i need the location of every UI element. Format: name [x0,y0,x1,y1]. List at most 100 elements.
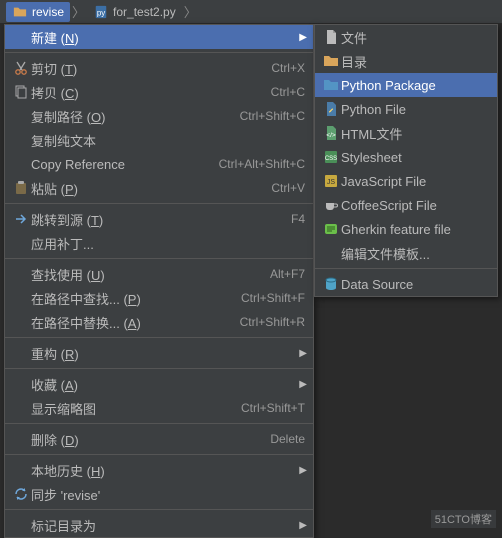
paste-icon [11,180,31,196]
menu-separator [5,423,313,424]
context-menu-item[interactable]: 删除 (D)Delete [5,427,313,451]
css-icon: CSS [321,149,341,165]
new-submenu: 文件目录 Python Package Python File </> HTML文件 CS… [314,24,498,297]
context-menu-item[interactable]: 本地历史 (H)▶ [5,458,313,482]
menu-item-label: HTML文件 [341,124,489,143]
context-menu-item[interactable]: 同步 'revise' [5,482,313,506]
context-menu-item[interactable]: 粘贴 (P)Ctrl+V [5,176,313,200]
new-submenu-item[interactable]: CSSStylesheet [315,145,497,169]
context-menu-item[interactable]: 收藏 (A)▶ [5,372,313,396]
pkg-icon [321,77,341,93]
context-menu-item[interactable]: 剪切 (T)Ctrl+X [5,56,313,80]
menu-item-label: 跳转到源 (T) [31,210,291,229]
new-submenu-item[interactable]: 文件 [315,25,497,49]
menu-shortcut: Delete [270,432,305,446]
new-submenu-item[interactable]: </> HTML文件 [315,121,497,145]
menu-item-label: 新建 (N) [31,28,305,47]
menu-item-label: Gherkin feature file [341,222,489,237]
menu-item-label: Python Package [341,78,489,93]
folder-icon [12,4,28,20]
menu-item-label: JavaScript File [341,174,489,189]
menu-shortcut: Ctrl+Shift+C [240,109,305,123]
menu-item-label: Copy Reference [31,157,219,172]
menu-item-label: 剪切 (T) [31,59,271,78]
chevron-right-icon: 〉 [70,2,87,21]
menu-separator [5,509,313,510]
breadcrumb: revise 〉 py for_test2.py 〉 [0,0,502,24]
svg-text:JS: JS [327,179,336,186]
context-menu-item[interactable]: 应用补丁... [5,231,313,255]
menu-separator [5,258,313,259]
breadcrumb-item-file[interactable]: py for_test2.py [87,2,182,22]
watermark: 51CTO博客 [431,510,496,528]
menu-separator [315,268,497,269]
context-menu-item[interactable]: 在路径中替换... (A)Ctrl+Shift+R [5,310,313,334]
context-menu-item[interactable]: 标记目录为▶ [5,513,313,537]
new-submenu-item[interactable]: 目录 [315,49,497,73]
menu-item-label: 编辑文件模板... [341,244,489,263]
new-submenu-item[interactable]: JS JavaScript File [315,169,497,193]
menu-item-label: 在路径中查找... (P) [31,289,241,308]
menu-item-label: 拷贝 (C) [31,83,271,102]
goto-icon [11,211,31,227]
menu-shortcut: Ctrl+X [271,61,305,75]
breadcrumb-item-revise[interactable]: revise [6,2,70,22]
menu-item-label: 目录 [341,52,489,71]
context-menu-item[interactable]: 查找使用 (U)Alt+F7 [5,262,313,286]
chevron-right-icon: 〉 [182,2,199,21]
menu-separator [5,368,313,369]
context-menu: 新建 (N)▶剪切 (T)Ctrl+X拷贝 (C)Ctrl+C复制路径 (O)C… [4,24,314,538]
menu-shortcut: Ctrl+Shift+T [241,401,305,415]
menu-item-label: Data Source [341,277,489,292]
menu-shortcut: Ctrl+Alt+Shift+C [219,157,305,171]
svg-text:</>: </> [326,132,336,139]
menu-item-label: 同步 'revise' [31,485,305,504]
menu-shortcut: Ctrl+Shift+F [241,291,305,305]
new-submenu-item[interactable]: Python Package [315,73,497,97]
chevron-right-icon: ▶ [299,32,307,43]
new-submenu-item[interactable]: 编辑文件模板... [315,241,497,265]
menu-shortcut: Alt+F7 [270,267,305,281]
menu-item-label: 复制路径 (O) [31,107,240,126]
file-icon [321,29,341,45]
dir-icon [321,53,341,69]
menu-separator [5,52,313,53]
menu-item-label: 在路径中替换... (A) [31,313,240,332]
menu-item-label: 查找使用 (U) [31,265,270,284]
context-menu-item[interactable]: 跳转到源 (T)F4 [5,207,313,231]
new-submenu-item[interactable]: Python File [315,97,497,121]
menu-item-label: CoffeeScript File [341,198,489,213]
breadcrumb-label: revise [32,5,64,19]
chevron-right-icon: ▶ [299,348,307,359]
chevron-right-icon: ▶ [299,465,307,476]
db-icon [321,276,341,292]
context-menu-item[interactable]: 复制路径 (O)Ctrl+Shift+C [5,104,313,128]
menu-item-label: 复制纯文本 [31,131,305,150]
menu-item-label: 收藏 (A) [31,375,305,394]
context-menu-item[interactable]: 复制纯文本 [5,128,313,152]
chevron-right-icon: ▶ [299,520,307,531]
context-menu-item[interactable]: 显示缩略图Ctrl+Shift+T [5,396,313,420]
svg-text:py: py [97,8,105,17]
js-icon: JS [321,173,341,189]
new-submenu-item[interactable]: Data Source [315,272,497,296]
svg-text:CSS: CSS [325,156,337,162]
context-menu-item[interactable]: 新建 (N)▶ [5,25,313,49]
gherkin-icon [321,221,341,237]
context-menu-item[interactable]: Copy ReferenceCtrl+Alt+Shift+C [5,152,313,176]
context-menu-item[interactable]: 拷贝 (C)Ctrl+C [5,80,313,104]
context-menu-item[interactable]: 重构 (R)▶ [5,341,313,365]
menu-separator [5,203,313,204]
cut-icon [11,60,31,76]
py-icon [321,101,341,117]
menu-item-label: 重构 (R) [31,344,305,363]
menu-separator [5,337,313,338]
python-file-icon: py [93,4,109,20]
context-menu-item[interactable]: 在路径中查找... (P)Ctrl+Shift+F [5,286,313,310]
menu-item-label: 粘贴 (P) [31,179,271,198]
new-submenu-item[interactable]: Gherkin feature file [315,217,497,241]
menu-shortcut: F4 [291,212,305,226]
new-submenu-item[interactable]: CoffeeScript File [315,193,497,217]
menu-item-label: Python File [341,102,489,117]
menu-item-label: 文件 [341,28,489,47]
